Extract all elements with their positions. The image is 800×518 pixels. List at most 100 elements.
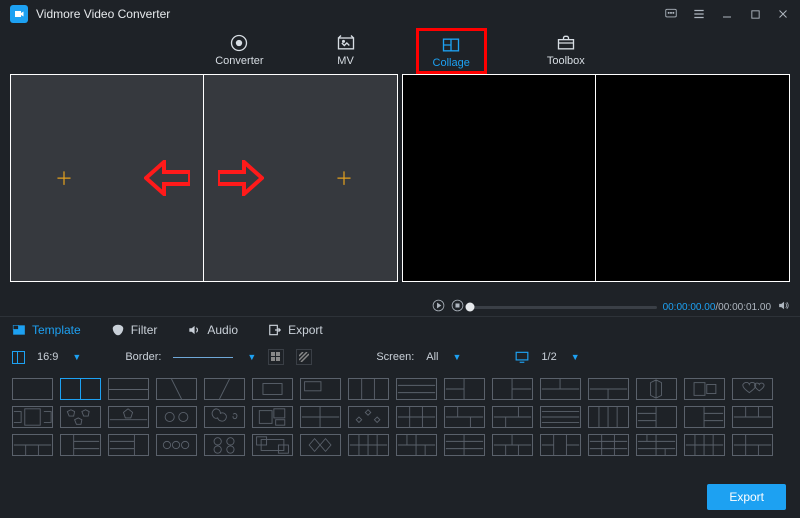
volume-icon[interactable] xyxy=(777,299,790,315)
tab-export-label: Export xyxy=(288,323,323,337)
template-thumb[interactable] xyxy=(108,434,149,456)
template-thumb[interactable] xyxy=(12,434,53,456)
template-thumb[interactable] xyxy=(396,378,437,400)
app-logo-icon xyxy=(10,5,28,23)
template-thumb[interactable] xyxy=(540,406,581,428)
template-thumb[interactable] xyxy=(636,406,677,428)
template-thumb[interactable] xyxy=(156,378,197,400)
template-thumb[interactable] xyxy=(204,406,245,428)
template-thumb[interactable] xyxy=(540,378,581,400)
template-thumb[interactable] xyxy=(252,378,293,400)
template-thumb[interactable] xyxy=(60,406,101,428)
template-thumb[interactable] xyxy=(252,434,293,456)
template-thumb[interactable] xyxy=(444,434,485,456)
template-thumb[interactable] xyxy=(444,406,485,428)
template-thumb[interactable] xyxy=(684,378,725,400)
nav-mv[interactable]: MV xyxy=(324,31,368,71)
border-label: Border: xyxy=(125,351,161,363)
minimize-icon[interactable] xyxy=(720,7,734,21)
options-row: 16:9 ▼ Border: ▼ Screen: All ▼ 1/2 ▼ xyxy=(0,342,800,372)
aspect-ratio-value[interactable]: 16:9 xyxy=(37,351,58,363)
nav-toolbox[interactable]: Toolbox xyxy=(535,31,597,71)
border-color-button[interactable] xyxy=(268,349,284,365)
template-thumb[interactable] xyxy=(348,434,389,456)
nav-converter-label: Converter xyxy=(215,55,263,67)
template-thumb[interactable] xyxy=(588,378,629,400)
chevron-down-icon[interactable]: ▼ xyxy=(571,352,580,362)
tab-template[interactable]: Template xyxy=(12,323,81,337)
time-display: 00:00:00.00/00:00:01.00 xyxy=(663,302,771,313)
play-button[interactable] xyxy=(432,299,445,315)
tab-filter[interactable]: Filter xyxy=(111,323,158,337)
tab-row: Template Filter Audio Export xyxy=(0,316,800,342)
template-thumb[interactable] xyxy=(636,434,677,456)
tab-template-label: Template xyxy=(32,323,81,337)
template-thumb[interactable] xyxy=(492,434,533,456)
chevron-down-icon[interactable]: ▼ xyxy=(453,352,462,362)
aspect-ratio-icon xyxy=(12,351,25,364)
add-media-icon: ＋ xyxy=(335,165,353,191)
collage-edit-panel: ＋ ＋ xyxy=(10,74,398,282)
template-thumb[interactable] xyxy=(252,406,293,428)
template-thumb[interactable] xyxy=(300,434,341,456)
collage-icon xyxy=(441,35,461,55)
mv-icon xyxy=(336,33,356,53)
menu-icon[interactable] xyxy=(692,7,706,21)
annotation-arrow-right-icon xyxy=(218,160,264,196)
template-thumb[interactable] xyxy=(204,434,245,456)
screen-value[interactable]: All xyxy=(426,351,438,363)
display-icon xyxy=(515,351,529,363)
border-style-select[interactable] xyxy=(173,357,233,358)
template-thumb[interactable] xyxy=(12,406,53,428)
template-thumb[interactable] xyxy=(684,434,725,456)
export-bar: Export xyxy=(707,484,786,510)
template-thumb[interactable] xyxy=(396,434,437,456)
template-thumb[interactable] xyxy=(108,406,149,428)
template-thumb[interactable] xyxy=(156,434,197,456)
template-thumb[interactable] xyxy=(636,378,677,400)
template-thumb[interactable] xyxy=(348,378,389,400)
template-thumb[interactable] xyxy=(492,406,533,428)
template-thumb[interactable] xyxy=(684,406,725,428)
preview-slot-1 xyxy=(403,75,596,281)
add-media-icon: ＋ xyxy=(55,165,73,191)
screen-label: Screen: xyxy=(376,351,414,363)
progress-thumb[interactable] xyxy=(466,303,475,312)
template-thumb[interactable] xyxy=(108,378,149,400)
tab-export[interactable]: Export xyxy=(268,323,323,337)
template-thumb[interactable] xyxy=(156,406,197,428)
export-button[interactable]: Export xyxy=(707,484,786,510)
player-bar: 00:00:00.00/00:00:01.00 xyxy=(0,298,800,316)
template-thumb[interactable] xyxy=(492,378,533,400)
title-bar: Vidmore Video Converter xyxy=(0,0,800,28)
chevron-down-icon[interactable]: ▼ xyxy=(247,352,256,362)
template-thumb[interactable] xyxy=(204,378,245,400)
template-thumb[interactable] xyxy=(396,406,437,428)
nav-converter[interactable]: Converter xyxy=(203,31,275,71)
template-thumb[interactable] xyxy=(732,434,773,456)
collage-slot-1[interactable]: ＋ xyxy=(11,75,204,281)
template-thumb[interactable] xyxy=(12,378,53,400)
template-thumb[interactable] xyxy=(732,378,773,400)
template-thumb[interactable] xyxy=(588,434,629,456)
template-thumb[interactable] xyxy=(300,378,341,400)
close-icon[interactable] xyxy=(776,7,790,21)
template-thumb[interactable] xyxy=(60,434,101,456)
template-thumb[interactable] xyxy=(444,378,485,400)
maximize-icon[interactable] xyxy=(748,7,762,21)
collage-slot-2[interactable]: ＋ xyxy=(203,75,397,281)
progress-slider[interactable] xyxy=(470,306,657,309)
feedback-icon[interactable] xyxy=(664,7,678,21)
template-thumb[interactable] xyxy=(348,406,389,428)
tab-audio[interactable]: Audio xyxy=(187,323,238,337)
chevron-down-icon[interactable]: ▼ xyxy=(72,352,81,362)
template-thumb[interactable] xyxy=(300,406,341,428)
template-thumb[interactable] xyxy=(60,378,101,400)
stop-button[interactable] xyxy=(451,299,464,315)
nav-collage[interactable]: Collage xyxy=(416,28,487,74)
template-grid xyxy=(0,372,800,466)
border-pattern-button[interactable] xyxy=(296,349,312,365)
template-thumb[interactable] xyxy=(588,406,629,428)
template-thumb[interactable] xyxy=(540,434,581,456)
template-thumb[interactable] xyxy=(732,406,773,428)
